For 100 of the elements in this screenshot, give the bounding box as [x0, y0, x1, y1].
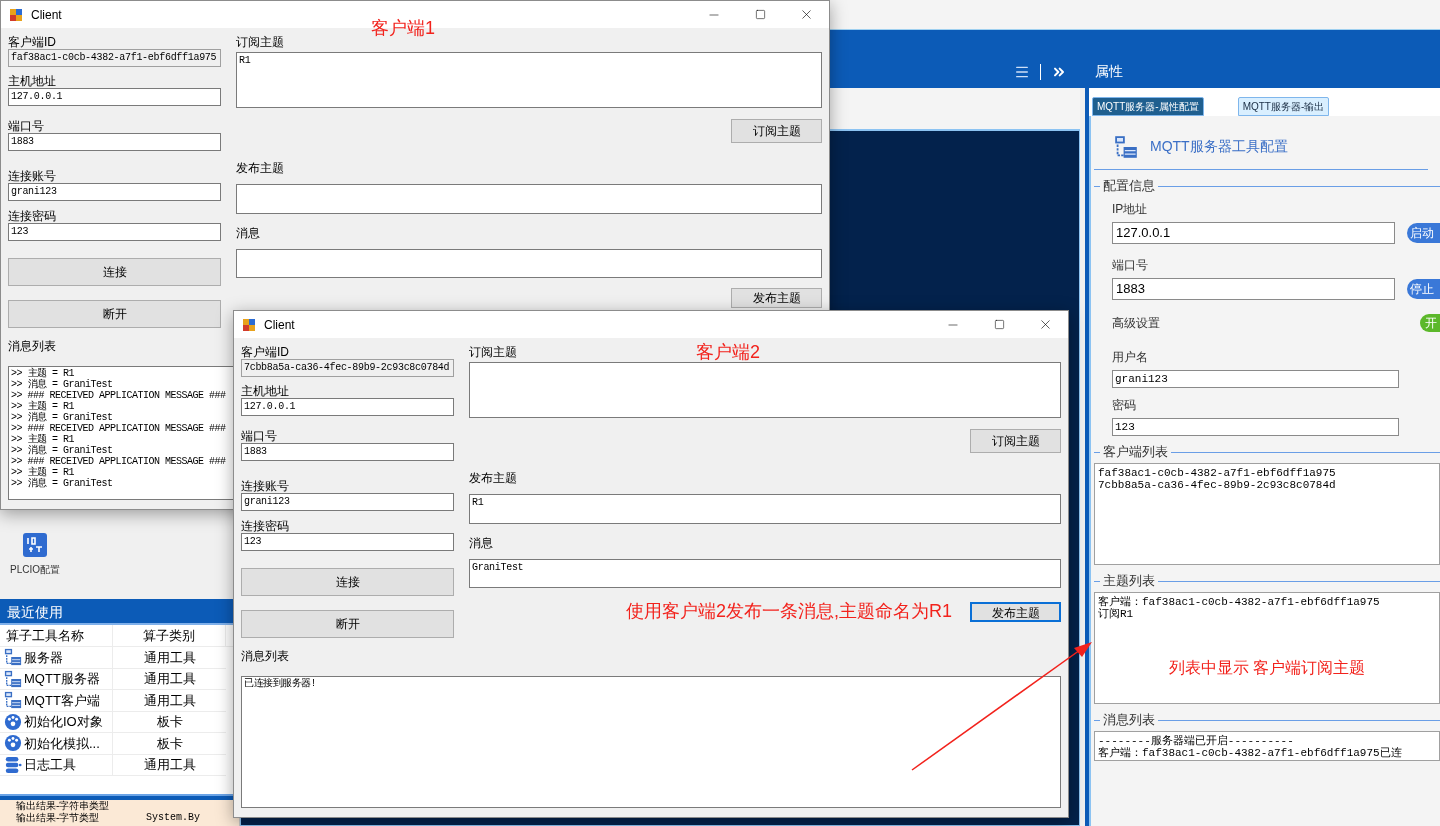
- app-icon: [242, 317, 256, 332]
- server-icon: [4, 648, 22, 667]
- input-field[interactable]: [236, 249, 822, 278]
- table-row[interactable]: MQTT服务器 通用工具: [0, 668, 226, 690]
- input-field[interactable]: grani123: [1112, 370, 1399, 388]
- input-field[interactable]: 1883: [8, 133, 221, 151]
- message-line: >> ### RECEIVED APPLICATION MESSAGE ###: [11, 390, 226, 401]
- column-header: 算子工具名称: [0, 625, 113, 646]
- input-field[interactable]: grani123: [241, 493, 454, 511]
- tab[interactable]: MQTT服务器-输出: [1237, 97, 1330, 116]
- field-label: 连接密码: [241, 519, 289, 533]
- form-button[interactable]: 发布主题: [731, 288, 822, 308]
- field-label: 端口号: [1112, 257, 1149, 274]
- input-field[interactable]: 123: [8, 223, 221, 241]
- input-field[interactable]: 1883: [241, 443, 454, 461]
- form-button[interactable]: 断开: [241, 610, 454, 638]
- form-button[interactable]: 连接: [241, 568, 454, 596]
- column-header: 算子类别: [113, 625, 226, 646]
- input-field[interactable]: [236, 184, 822, 214]
- log-icon: [4, 755, 22, 774]
- input-field[interactable]: 1883: [1112, 278, 1395, 300]
- server-icon: [1114, 134, 1138, 159]
- server-icon: [4, 669, 22, 688]
- field-label: 客户端ID: [241, 345, 289, 359]
- app-icon: [9, 7, 23, 22]
- form-button[interactable]: 断开: [8, 300, 221, 328]
- menu-icon[interactable]: [1014, 64, 1030, 80]
- input-field[interactable]: 123: [241, 533, 454, 551]
- field-label: 消息: [236, 226, 260, 240]
- input-field[interactable]: R1: [469, 494, 1061, 524]
- form-button[interactable]: 连接: [8, 258, 221, 286]
- field-label: IP地址: [1112, 201, 1149, 218]
- list-line: 客户端：faf38ac1-c0cb-4382-a7f1-ebf6dff1a975: [1098, 596, 1380, 608]
- annotation-text: 使用客户端2发布一条消息,主题命名为R1: [625, 600, 952, 623]
- table-row[interactable]: 初始化模拟... 板卡: [0, 733, 226, 755]
- message-line: >> 主题 = R1: [11, 467, 74, 478]
- start-button[interactable]: 启动: [1406, 223, 1440, 243]
- message-line: >> 消息 = GraniTest: [11, 379, 113, 390]
- table-row[interactable]: 初始化IO对象 板卡: [0, 711, 226, 733]
- message-line: >> 主题 = R1: [11, 401, 74, 412]
- input-field[interactable]: grani123: [8, 183, 221, 201]
- field-label: 端口号: [241, 429, 277, 443]
- field-label: 发布主题: [236, 161, 284, 175]
- gauge-icon: [4, 734, 22, 753]
- field-label: 消息: [469, 536, 493, 550]
- field-label: 订阅主题: [236, 35, 284, 49]
- field-label: 主机地址: [241, 384, 289, 398]
- message-line: >> ### RECEIVED APPLICATION MESSAGE ###: [11, 423, 226, 434]
- input-field[interactable]: [469, 362, 1061, 418]
- input-field[interactable]: 127.0.0.1: [241, 398, 454, 416]
- table-row[interactable]: 服务器 通用工具: [0, 647, 226, 669]
- group-title: 主题列表: [1103, 573, 1155, 589]
- form-button[interactable]: 订阅主题: [970, 429, 1061, 453]
- form-button[interactable]: 发布主题: [970, 601, 1061, 622]
- field-label: 连接密码: [8, 209, 56, 223]
- input-field[interactable]: 123: [1112, 418, 1399, 436]
- table-cell: System.By: [146, 812, 200, 824]
- message-line: >> ### RECEIVED APPLICATION MESSAGE ###: [11, 456, 226, 467]
- list-line: 客户端：faf38ac1-c0cb-4382-a7f1-ebf6dff1a975已连: [1098, 747, 1402, 759]
- field-label: 消息列表: [8, 339, 56, 353]
- table-cell-text: 通用工具: [142, 648, 197, 667]
- field-label: 高级设置: [1112, 315, 1160, 332]
- window-title: Client: [31, 6, 62, 24]
- annotation-text: 客户端1: [371, 17, 435, 40]
- input-field[interactable]: R1: [236, 52, 822, 108]
- field-label: 连接账号: [8, 169, 56, 183]
- field-label: 连接账号: [241, 479, 289, 493]
- field-label: 密码: [1112, 397, 1137, 414]
- table-cell-text: 服务器: [24, 648, 63, 667]
- field-label: 主机地址: [8, 74, 56, 88]
- field-label: 客户端ID: [8, 35, 56, 49]
- input-field[interactable]: 127.0.0.1: [1112, 222, 1395, 244]
- io-chip-icon[interactable]: [23, 533, 47, 557]
- group-title: 配置信息: [1103, 178, 1155, 194]
- table-cell-text: 通用工具: [142, 756, 197, 774]
- list-line: 7cbb8a5a-ca36-4fec-89b9-2c93c8c0784d: [1098, 479, 1336, 491]
- message-line: >> 主题 = R1: [11, 368, 74, 379]
- table-cell-text: 日志工具: [24, 756, 76, 774]
- annotation-text: 客户端2: [696, 341, 760, 364]
- table-row[interactable]: MQTT客户端 通用工具: [0, 690, 226, 712]
- readonly-field[interactable]: faf38ac1-c0cb-4382-a7f1-ebf6dff1a975: [8, 49, 221, 67]
- input-field[interactable]: 127.0.0.1: [8, 88, 221, 106]
- list-line: --------服务器端已开启----------: [1098, 735, 1294, 747]
- annotation-text: 列表中显示 客户端订阅主题: [1168, 658, 1366, 678]
- form-button[interactable]: 订阅主题: [731, 119, 822, 143]
- table-row[interactable]: 日志工具 通用工具: [0, 754, 226, 776]
- window-title: Client: [264, 316, 295, 334]
- table-cell-text: MQTT客户端: [24, 691, 100, 710]
- tab[interactable]: MQTT服务器-属性配置: [1092, 97, 1204, 116]
- table-cell-text: 输出结果-字符串类型: [16, 800, 111, 812]
- gauge-icon: [4, 712, 22, 731]
- message-line: 已连接到服务器!: [244, 678, 316, 689]
- table-cell-text: 初始化模拟...: [24, 734, 100, 753]
- field-label: 订阅主题: [469, 345, 517, 359]
- list-line: 订阅R1: [1098, 608, 1134, 620]
- stop-button[interactable]: 停止: [1406, 279, 1440, 299]
- readonly-field[interactable]: 7cbb8a5a-ca36-4fec-89b9-2c93c8c0784d: [241, 359, 454, 377]
- field-label: 发布主题: [469, 471, 517, 485]
- input-field[interactable]: GraniTest: [469, 559, 1061, 588]
- panel-heading: MQTT服务器工具配置: [1150, 137, 1288, 156]
